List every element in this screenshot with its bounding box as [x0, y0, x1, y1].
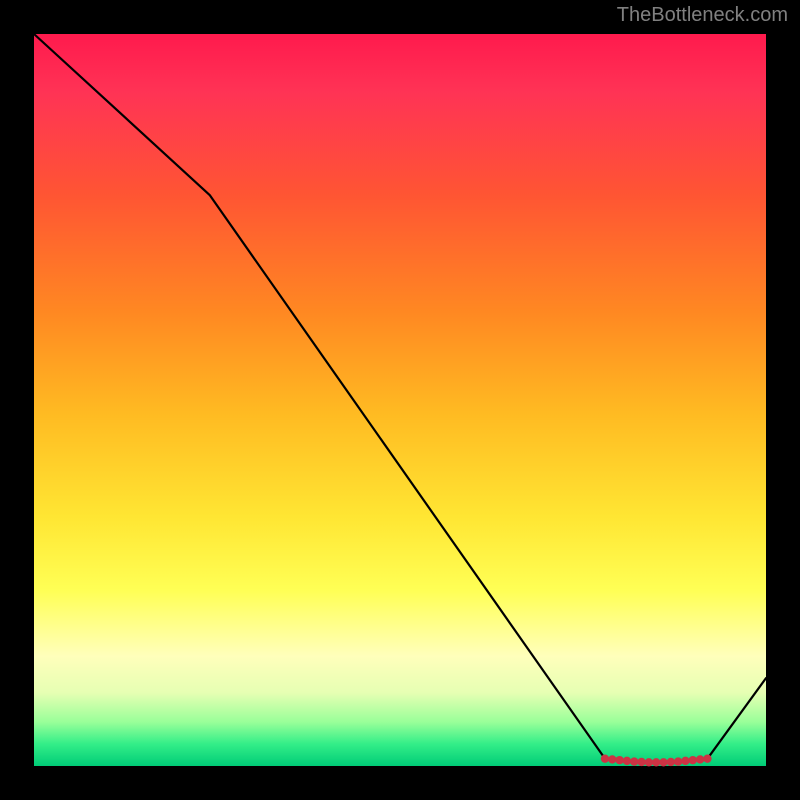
marker-point [615, 756, 623, 764]
marker-point [696, 755, 704, 763]
marker-point [689, 756, 697, 764]
marker-point [637, 758, 645, 766]
marker-point [659, 758, 667, 766]
marker-point [601, 754, 609, 762]
line-chart [34, 34, 766, 766]
marker-point [652, 758, 660, 766]
attribution-label: TheBottleneck.com [617, 4, 788, 27]
series-markers [601, 754, 712, 766]
marker-point [645, 758, 653, 766]
marker-point [674, 757, 682, 765]
marker-point [630, 757, 638, 765]
plot-area [34, 34, 766, 766]
chart-container: TheBottleneck.com [0, 0, 800, 800]
marker-point [623, 757, 631, 765]
marker-point [667, 758, 675, 766]
series-line [34, 34, 766, 762]
marker-point [608, 755, 616, 763]
marker-point [681, 757, 689, 765]
marker-point [703, 754, 711, 762]
